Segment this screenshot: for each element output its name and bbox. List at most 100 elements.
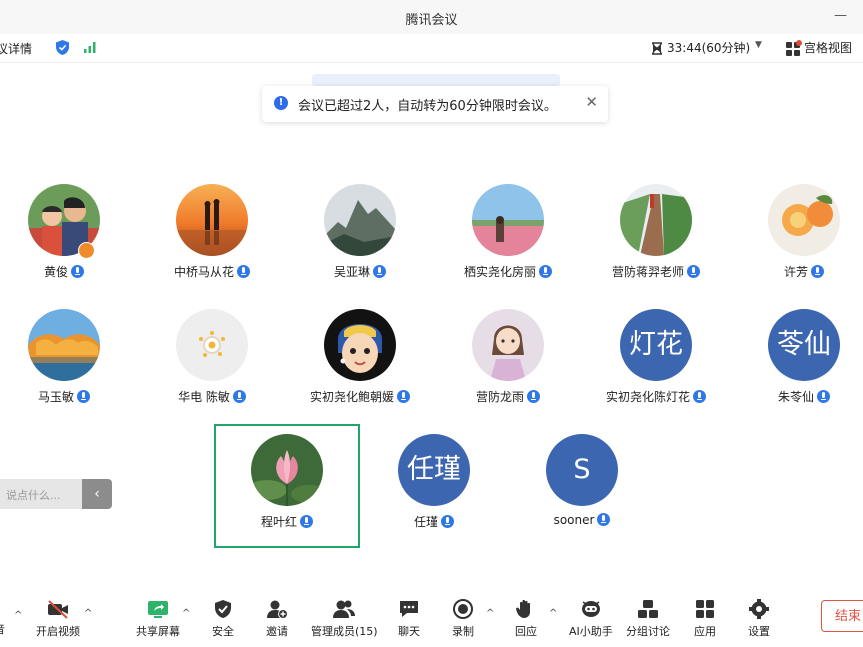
chevron-up-icon[interactable]: ^: [14, 610, 22, 621]
chevron-up-icon[interactable]: ^: [486, 608, 494, 619]
breakout-rooms-button[interactable]: 分组讨论: [626, 598, 670, 639]
participant-tile[interactable]: S sooner: [508, 434, 656, 552]
minimize-icon[interactable]: —: [834, 8, 847, 23]
participant-tile[interactable]: 营防蒋羿老师: [582, 184, 730, 302]
avatar: [28, 309, 100, 381]
record-label: 录制: [452, 625, 474, 638]
microphone-icon: [693, 390, 706, 403]
participant-name-row: 中桥马从花: [138, 263, 286, 280]
participant-tile[interactable]: 营防龙雨: [434, 309, 582, 427]
invite-button[interactable]: 邀请: [265, 598, 289, 639]
record-icon: [453, 599, 473, 619]
security-button[interactable]: 安全: [211, 598, 235, 639]
avatar: [324, 309, 396, 381]
chevron-up-icon[interactable]: ^: [549, 608, 557, 619]
host-badge-icon: [78, 242, 95, 259]
avatar: [620, 184, 692, 256]
participant-tile[interactable]: 栖实尧化房丽: [434, 184, 582, 302]
microphone-icon: [597, 513, 611, 526]
participant-name: 栖实尧化房丽: [463, 265, 536, 279]
shield-icon[interactable]: [55, 39, 70, 56]
participant-name-row: 朱苓仙: [730, 388, 863, 405]
record-button[interactable]: 录制: [451, 598, 475, 639]
avatar: S: [546, 434, 618, 506]
avatar: [768, 184, 840, 256]
participant-tile[interactable]: 黄俊: [0, 184, 138, 302]
participant-tile[interactable]: 华电 陈敏: [138, 309, 286, 427]
end-meeting-label: 结束: [835, 609, 862, 624]
participant-name: 实初尧化鲍朝媛: [309, 390, 394, 404]
microphone-icon: [373, 265, 386, 278]
participant-name-row: sooner: [508, 513, 656, 527]
settings-button[interactable]: 设置: [747, 598, 771, 639]
participant-name: 许芳: [783, 265, 808, 279]
ai-assistant-icon: [581, 601, 600, 617]
share-screen-button[interactable]: 共享屏幕: [136, 598, 180, 639]
info-icon: !: [274, 96, 288, 110]
microphone-icon: [300, 515, 313, 528]
view-mode-button[interactable]: 宫格视图: [786, 39, 852, 56]
participant-name: 营防蒋羿老师: [611, 265, 684, 279]
microphone-icon: [817, 390, 830, 403]
participant-name-row: 黄俊: [0, 263, 138, 280]
avatar: [251, 434, 323, 506]
ai-assistant-label: AI小助手: [569, 625, 613, 638]
audio-button-label[interactable]: 音: [0, 621, 5, 637]
participant-tile[interactable]: 许芳: [730, 184, 863, 302]
manage-members-button[interactable]: 管理成员(15): [311, 598, 378, 639]
members-icon: [333, 600, 356, 618]
ai-assistant-button[interactable]: AI小助手: [569, 598, 613, 639]
chat-button[interactable]: 聊天: [397, 598, 421, 639]
participant-name-row: 华电 陈敏: [138, 388, 286, 405]
breakout-rooms-icon: [638, 600, 658, 618]
avatar: 苓仙: [768, 309, 840, 381]
invite-user-icon: [267, 600, 288, 619]
meeting-timer[interactable]: 33:44(60分钟): [651, 39, 750, 56]
apps-button[interactable]: 应用: [693, 598, 717, 639]
participant-name: 实初尧化陈灯花: [605, 390, 690, 404]
microphone-icon: [811, 265, 824, 278]
chevron-down-icon[interactable]: ▼: [755, 40, 762, 50]
chat-input-box[interactable]: 说点什么... ‹: [0, 479, 112, 509]
microphone-icon: [687, 265, 700, 278]
participant-name: 程叶红: [260, 515, 297, 529]
avatar: [472, 184, 544, 256]
gear-icon: [749, 599, 769, 619]
participant-name-row: 程叶红: [213, 513, 361, 530]
chat-placeholder[interactable]: 说点什么...: [6, 487, 61, 503]
participant-tile[interactable]: 吴亚琳: [286, 184, 434, 302]
participant-tile[interactable]: 任瑾 任瑾: [360, 434, 508, 552]
reactions-button[interactable]: 回应: [514, 598, 538, 639]
avatar: 灯花: [620, 309, 692, 381]
microphone-icon: [527, 390, 540, 403]
share-screen-icon: [148, 601, 168, 618]
microphone-icon: [539, 265, 552, 278]
participant-tile[interactable]: 马玉敏: [0, 309, 138, 427]
participant-name-row: 吴亚琳: [286, 263, 434, 280]
invite-label: 邀请: [266, 625, 288, 638]
participant-tile[interactable]: 灯花 实初尧化陈灯花: [582, 309, 730, 427]
participant-name-row: 营防龙雨: [434, 388, 582, 405]
participant-tile[interactable]: 苓仙 朱苓仙: [730, 309, 863, 427]
timer-text: 33:44(60分钟): [667, 41, 751, 55]
participant-tile[interactable]: 程叶红: [213, 434, 361, 552]
chevron-up-icon[interactable]: ^: [182, 608, 190, 619]
close-icon[interactable]: ✕: [585, 93, 598, 111]
network-signal-icon[interactable]: [83, 40, 97, 54]
participant-tile[interactable]: 中桥马从花: [138, 184, 286, 302]
end-meeting-button[interactable]: 结束: [821, 600, 863, 632]
chevron-up-icon[interactable]: ^: [84, 608, 92, 619]
collapse-chat-button[interactable]: ‹: [82, 479, 112, 509]
window-title: 腾讯会议: [405, 13, 458, 28]
participant-name: 吴亚琳: [333, 265, 370, 279]
video-button[interactable]: 开启视频: [36, 598, 80, 639]
microphone-icon: [237, 265, 250, 278]
participant-tile[interactable]: 实初尧化鲍朝媛: [286, 309, 434, 427]
microphone-icon: [232, 390, 246, 403]
meeting-details-link[interactable]: 议详情: [0, 40, 32, 57]
settings-label: 设置: [748, 625, 770, 638]
reactions-label: 回应: [515, 625, 537, 638]
participant-name: 任瑾: [413, 515, 438, 529]
avatar: 任瑾: [398, 434, 470, 506]
avatar: [176, 309, 248, 381]
